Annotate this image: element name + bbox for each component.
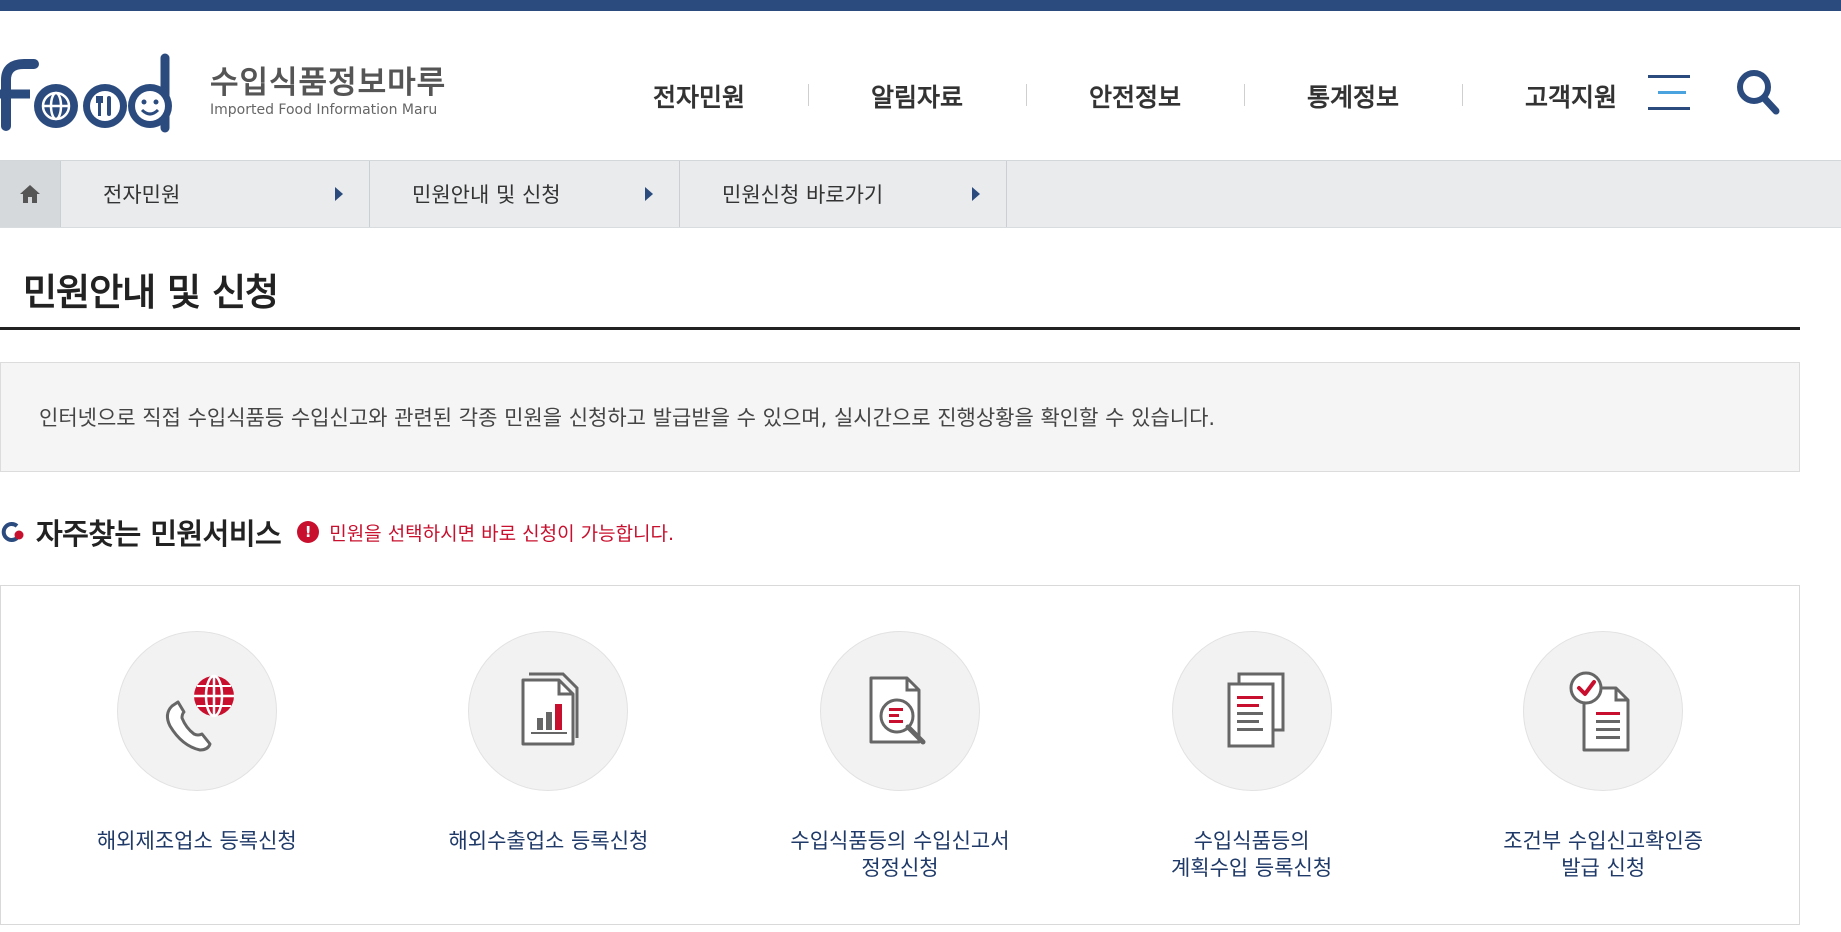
document-search-icon — [869, 676, 926, 745]
phone-globe-icon — [165, 674, 234, 752]
hamburger-menu-icon[interactable] — [1648, 67, 1690, 117]
breadcrumb-home[interactable] — [0, 161, 61, 227]
documents-stack-icon — [1227, 672, 1285, 748]
service-label: 해외제조업소 등록신청 — [96, 829, 297, 853]
food-logo-icon — [0, 53, 172, 133]
service-overseas-exporter-registration[interactable]: 해외수출업소 등록신청 — [373, 586, 725, 924]
service-overseas-manufacturer-registration[interactable]: 해외제조업소 등록신청 — [21, 586, 373, 924]
service-planned-import-registration[interactable]: 수입식품등의 계획수입 등록신청 — [1076, 586, 1428, 924]
service-conditional-confirmation-issuance[interactable]: 조건부 수입신고확인증 발급 신청 — [1427, 586, 1779, 924]
document-check-icon — [1569, 671, 1630, 752]
frequent-services-list: 해외제조업소 등록신청 해외수출업소 등록신청 수입식품등의 수입신고서 정정신… — [0, 585, 1800, 925]
service-label: 조건부 수입신고확인증 발급 신청 — [1503, 829, 1704, 880]
document-chart-icon — [521, 672, 579, 746]
nav-item-statistics[interactable]: 통계정보 — [1244, 78, 1462, 114]
breadcrumb-label: 민원안내 및 신청 — [412, 183, 561, 207]
caret-right-icon — [335, 187, 343, 201]
service-icon-circle — [819, 631, 980, 791]
breadcrumb-label: 전자민원 — [103, 183, 181, 207]
logo-title: 수입식품정보마루 — [210, 65, 447, 101]
service-icon-circle — [468, 631, 629, 791]
section-bullet-icon — [1, 522, 24, 542]
nav-item-e-civil[interactable]: 전자민원 — [590, 78, 808, 114]
section-note-text: 민원을 선택하시면 바로 신청이 가능합니다. — [329, 522, 675, 545]
section-note: ! 민원을 선택하시면 바로 신청이 가능합니다. — [297, 519, 674, 546]
section-title: 자주찾는 민원서비스 — [36, 517, 282, 551]
site-logo[interactable]: 수입식품정보마루 Imported Food Information Maru — [0, 41, 446, 141]
intro-box: 인터넷으로 직접 수입식품등 수입신고와 관련된 각종 민원을 신청하고 발급받… — [0, 362, 1800, 472]
breadcrumb: 전자민원 민원안내 및 신청 민원신청 바로가기 — [0, 160, 1841, 228]
title-divider — [0, 327, 1800, 330]
service-icon-circle — [1171, 631, 1332, 791]
caret-right-icon — [645, 187, 653, 201]
section-heading: 자주찾는 민원서비스 ! 민원을 선택하시면 바로 신청이 가능합니다. — [0, 510, 674, 554]
logo-subtitle: Imported Food Information Maru — [210, 102, 438, 118]
service-icon-circle — [116, 631, 277, 791]
search-icon[interactable] — [1734, 65, 1784, 119]
service-label: 수입식품등의 계획수입 등록신청 — [1170, 829, 1333, 880]
nav-item-notices[interactable]: 알림자료 — [808, 78, 1026, 114]
breadcrumb-item-guide[interactable]: 민원안내 및 신청 — [370, 161, 680, 227]
caret-right-icon — [972, 187, 980, 201]
page-title: 민원안내 및 신청 — [23, 271, 279, 314]
site-header: 수입식품정보마루 Imported Food Information Maru … — [0, 11, 1841, 161]
breadcrumb-item-e-civil[interactable]: 전자민원 — [61, 161, 370, 227]
service-label: 수입식품등의 수입신고서 정정신청 — [790, 829, 1010, 880]
breadcrumb-label: 민원신청 바로가기 — [722, 183, 884, 207]
nav-item-safety-info[interactable]: 안전정보 — [1026, 78, 1244, 114]
service-import-declaration-correction[interactable]: 수입식품등의 수입신고서 정정신청 — [724, 586, 1076, 924]
service-label: 해외수출업소 등록신청 — [448, 829, 649, 853]
top-brand-bar — [0, 0, 1841, 11]
home-icon — [20, 185, 40, 203]
breadcrumb-item-shortcut[interactable]: 민원신청 바로가기 — [680, 161, 1007, 227]
service-icon-circle — [1523, 631, 1684, 791]
alert-icon: ! — [297, 521, 320, 543]
intro-text: 인터넷으로 직접 수입식품등 수입신고와 관련된 각종 민원을 신청하고 발급받… — [39, 406, 1216, 430]
main-navigation: 전자민원 알림자료 안전정보 통계정보 고객지원 — [590, 61, 1680, 131]
